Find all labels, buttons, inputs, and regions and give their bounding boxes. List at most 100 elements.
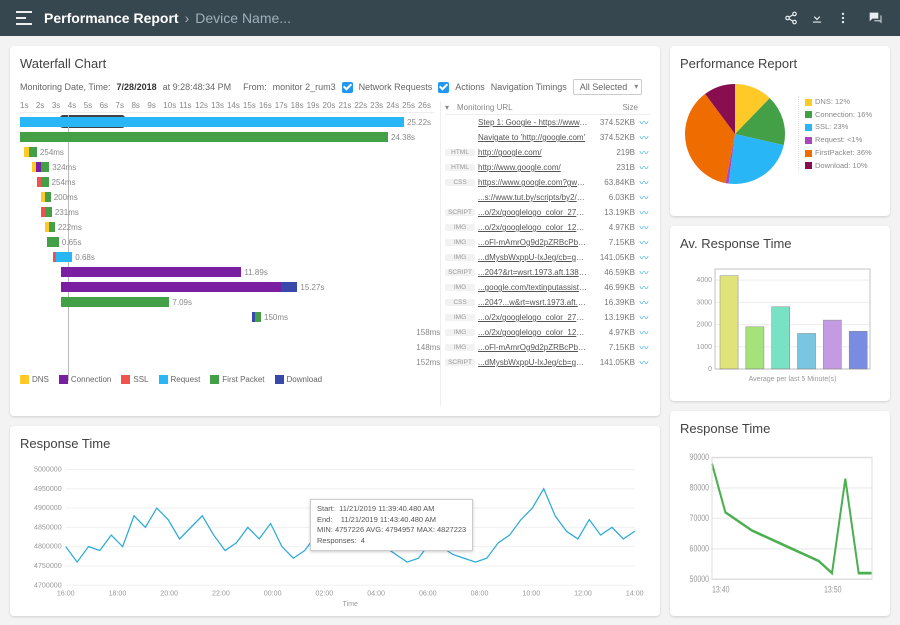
filter-from-label: From: (243, 82, 267, 92)
svg-text:08:00: 08:00 (471, 589, 489, 598)
table-row[interactable]: CSShttps://www.google.com?gws_rd=ssl63.8… (445, 175, 650, 190)
svg-text:90000: 90000 (690, 451, 710, 462)
breadcrumb-sep: › (185, 10, 190, 26)
table-row[interactable]: IMG...oFl-mAmrOg9d2pZRBcPbocbnz6iNg7.15K… (445, 235, 650, 250)
menu-icon[interactable] (12, 6, 36, 30)
waterfall-legend: DNSConnectionSSLRequestFirst PacketDownl… (20, 375, 434, 384)
checkbox-network[interactable] (342, 82, 353, 93)
filter-time: at 9:28:48:34 PM (163, 82, 232, 92)
more-icon[interactable] (830, 5, 856, 31)
chat-icon[interactable] (862, 5, 888, 31)
waterfall-row[interactable]: 7.09s (20, 295, 434, 309)
avg-response-chart[interactable]: 01000200030004000Average per last 5 Minu… (680, 259, 880, 389)
svg-text:10:00: 10:00 (522, 589, 540, 598)
checkbox-actions[interactable] (438, 82, 449, 93)
response-time-title: Response Time (20, 436, 650, 451)
svg-text:16:00: 16:00 (57, 589, 75, 598)
svg-text:4900000: 4900000 (34, 503, 62, 512)
table-row[interactable]: CSS...204?...w&rt=wsrt.1973.aft.1381.prt… (445, 295, 650, 310)
svg-text:4950000: 4950000 (34, 484, 62, 493)
waterfall-title: Waterfall Chart (20, 56, 650, 71)
response-time-chart[interactable]: 4700000475000048000004850000490000049500… (20, 459, 650, 606)
table-row[interactable]: IMG...o/2x/googlelogo_color_272x92dp.png… (445, 310, 650, 325)
waterfall-row[interactable]: 152ms (20, 355, 434, 369)
waterfall-row[interactable]: 15.27s (20, 280, 434, 294)
waterfall-chart[interactable]: 1s2s3s4s5s6s7s8s9s10s11s12s13s14s15s16s1… (20, 101, 434, 406)
table-row[interactable]: SCRIPT...o/2x/googlelogo_color_272x92dp.… (445, 205, 650, 220)
svg-text:Time: Time (342, 599, 358, 606)
table-row[interactable]: IMG...o/2x/googlelogo_color_120x44dp.png… (445, 220, 650, 235)
waterfall-row[interactable]: 222ms (20, 220, 434, 234)
top-bar: Performance Report › Device Name... (0, 0, 900, 36)
svg-text:20:00: 20:00 (160, 589, 178, 598)
waterfall-row[interactable]: 25.22s (20, 115, 434, 129)
svg-text:70000: 70000 (690, 512, 710, 523)
waterfall-filters: Monitoring Date, Time: 7/28/2018 at 9:28… (20, 79, 650, 95)
svg-text:00:00: 00:00 (264, 589, 282, 598)
svg-text:60000: 60000 (690, 542, 710, 553)
download-icon[interactable] (804, 5, 830, 31)
table-row[interactable]: IMG...google.com/textinputassistant/tia.… (445, 280, 650, 295)
svg-text:4850000: 4850000 (34, 522, 62, 531)
svg-text:2000: 2000 (696, 322, 712, 329)
svg-text:80000: 80000 (690, 482, 710, 493)
table-row[interactable]: Navigate to 'http://google.com'374.52KB〰 (445, 130, 650, 145)
waterfall-row[interactable]: 324ms (20, 160, 434, 174)
svg-text:13:40: 13:40 (712, 584, 730, 595)
waterfall-row[interactable]: 231ms (20, 205, 434, 219)
page-title: Performance Report (44, 10, 179, 26)
avg-response-title: Av. Response Time (680, 236, 880, 251)
waterfall-row[interactable]: 24.38s (20, 130, 434, 144)
waterfall-row[interactable]: 254ms (20, 145, 434, 159)
waterfall-axis: 1s2s3s4s5s6s7s8s9s10s11s12s13s14s15s16s1… (20, 101, 434, 113)
waterfall-row[interactable]: 158ms (20, 325, 434, 339)
svg-text:06:00: 06:00 (419, 589, 437, 598)
perf-report-card: Performance Report DNS: 12%Connection: 1… (670, 46, 890, 216)
filter-datetime-label: Monitoring Date, Time: (20, 82, 111, 92)
response-time-card: Response Time 47000004750000480000048500… (10, 426, 660, 616)
checkbox-actions-label: Actions (455, 82, 485, 92)
svg-text:4000: 4000 (696, 277, 712, 284)
svg-text:04:00: 04:00 (367, 589, 385, 598)
waterfall-row[interactable]: 254ms (20, 175, 434, 189)
waterfall-row[interactable]: 11.89s (20, 265, 434, 279)
perf-report-title: Performance Report (680, 56, 880, 71)
response-time-small-chart[interactable]: 50000 60000 70000 80000 90000 13:40 13:50 (680, 444, 880, 606)
svg-text:02:00: 02:00 (315, 589, 333, 598)
waterfall-row[interactable]: 0.65s (20, 235, 434, 249)
svg-text:5000000: 5000000 (34, 465, 62, 474)
table-head-url: Monitoring URL (457, 103, 594, 112)
response-time-small-title: Response Time (680, 421, 880, 436)
filter-from-value: monitor 2_rum3 (273, 82, 336, 92)
table-row[interactable]: ...s://www.tut.by/scripts/by2/xgemius.js… (445, 190, 650, 205)
svg-text:13:50: 13:50 (824, 584, 842, 595)
waterfall-row[interactable]: 200ms (20, 190, 434, 204)
svg-text:50000: 50000 (690, 573, 710, 584)
table-row[interactable]: Step 1: Google - https://www.google.com.… (445, 115, 650, 130)
breadcrumb[interactable]: Device Name... (195, 10, 291, 26)
waterfall-row[interactable]: 0.68s (20, 250, 434, 264)
table-row[interactable]: HTMLhttp://www.google.com/231B〰 (445, 160, 650, 175)
table-row[interactable]: IMG...oFl-mAmrOg9d2pZRBcPbocbnz6iNg7.15K… (445, 340, 650, 355)
nav-timings-select[interactable]: All Selected (573, 79, 643, 95)
avg-response-card: Av. Response Time 01000200030004000Avera… (670, 226, 890, 401)
share-icon[interactable] (778, 5, 804, 31)
svg-text:4750000: 4750000 (34, 561, 62, 570)
table-row[interactable]: SCRIPT...dMysbWxppU-IxJeg/cb=gapi.loaded… (445, 355, 650, 370)
svg-text:4800000: 4800000 (34, 542, 62, 551)
table-row[interactable]: IMG...dMysbWxppU-IxJeg/cb=gapi.loaded_01… (445, 250, 650, 265)
pie-chart[interactable] (680, 79, 790, 189)
filter-navtimings-label: Navigation Timings (491, 82, 567, 92)
table-row[interactable]: IMG...o/2x/googlelogo_color_120x44dp.png… (445, 325, 650, 340)
table-row[interactable]: HTMLhttp://google.com/219B〰 (445, 145, 650, 160)
waterfall-row[interactable]: 150ms (20, 310, 434, 324)
response-time-tooltip: Start: 11/21/2019 11:39:40.480 AM End: 1… (310, 499, 473, 551)
svg-text:3000: 3000 (696, 299, 712, 306)
filter-date[interactable]: 7/28/2018 (117, 82, 157, 92)
waterfall-card: Waterfall Chart Monitoring Date, Time: 7… (10, 46, 660, 416)
waterfall-table: ▾ Monitoring URL Size Step 1: Google - h… (440, 101, 650, 406)
waterfall-row[interactable]: 148ms (20, 340, 434, 354)
table-head-size: Size (594, 103, 638, 112)
svg-text:Average per last 5 Minute(s): Average per last 5 Minute(s) (749, 376, 837, 383)
table-row[interactable]: SCRIPT...204?&rt=wsrt.1973.aft.1381.prt.… (445, 265, 650, 280)
